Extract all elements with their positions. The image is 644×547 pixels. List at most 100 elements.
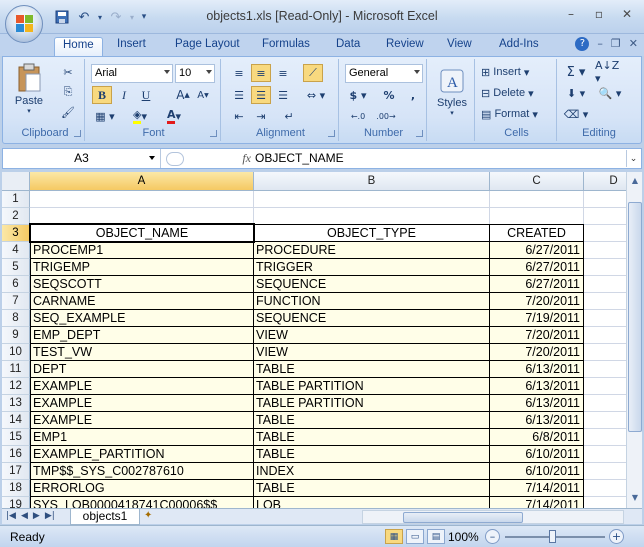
table-cell[interactable]: SEQUENCE: [254, 310, 490, 327]
workbook-close-icon[interactable]: ✕: [629, 37, 638, 51]
page-break-preview-icon[interactable]: ▤: [427, 529, 445, 544]
fill-color-icon[interactable]: ◈ ▾: [127, 107, 153, 125]
column-header-c[interactable]: C: [490, 172, 584, 191]
horizontal-scrollbar[interactable]: [362, 510, 624, 524]
table-cell[interactable]: EMP_DEPT: [30, 327, 254, 344]
number-launcher-icon[interactable]: [416, 130, 423, 137]
increase-decimal-icon[interactable]: ←.0: [345, 107, 371, 125]
vertical-scrollbar[interactable]: ▲ ▼: [626, 172, 642, 508]
delete-cells-button[interactable]: ⊟ Delete ▾: [481, 84, 534, 102]
table-cell[interactable]: VIEW: [254, 344, 490, 361]
maximize-button[interactable]: ▫: [588, 5, 610, 23]
row-header-19[interactable]: 19: [2, 497, 30, 508]
table-cell[interactable]: 6/13/2011: [490, 395, 584, 412]
workbook-restore-icon[interactable]: ❐: [611, 37, 621, 51]
zoom-out-icon[interactable]: –: [485, 529, 500, 544]
sheet-tab-objects1[interactable]: objects1: [70, 509, 140, 525]
table-cell[interactable]: TABLE: [254, 429, 490, 446]
table-cell[interactable]: EXAMPLE: [30, 395, 254, 412]
number-format-select[interactable]: General: [345, 64, 423, 83]
font-color-icon[interactable]: A ▾: [161, 107, 187, 125]
tab-review[interactable]: Review: [386, 37, 424, 56]
table-cell[interactable]: DEPT: [30, 361, 254, 378]
tab-page-layout[interactable]: Page Layout: [175, 37, 240, 56]
row-header-17[interactable]: 17: [2, 463, 30, 480]
font-launcher-icon[interactable]: [210, 130, 217, 137]
table-cell[interactable]: EMP1: [30, 429, 254, 446]
table-cell[interactable]: EXAMPLE: [30, 412, 254, 429]
column-header-b[interactable]: B: [254, 172, 490, 191]
align-middle-icon[interactable]: ≡: [251, 64, 271, 82]
decrease-decimal-icon[interactable]: .00→: [373, 107, 399, 125]
format-painter-icon[interactable]: 🖌: [58, 103, 78, 121]
help-icon[interactable]: ?: [575, 37, 590, 51]
row-header-4[interactable]: 4: [2, 242, 30, 259]
table-cell[interactable]: TABLE: [254, 412, 490, 429]
table-cell[interactable]: 7/20/2011: [490, 344, 584, 361]
row-header-16[interactable]: 16: [2, 446, 30, 463]
tab-formulas[interactable]: Formulas: [262, 37, 310, 56]
table-cell[interactable]: PROCEMP1: [30, 242, 254, 259]
row-header-6[interactable]: 6: [2, 276, 30, 293]
row-header-5[interactable]: 5: [2, 259, 30, 276]
table-cell[interactable]: EXAMPLE: [30, 378, 254, 395]
format-cells-button[interactable]: ▤ Format ▾: [481, 105, 538, 123]
align-top-icon[interactable]: ≡: [229, 64, 249, 82]
autosum-icon[interactable]: Σ ▾: [563, 63, 589, 81]
copy-icon[interactable]: ⎘: [58, 83, 78, 101]
insert-sheet-icon[interactable]: ✦: [144, 510, 162, 523]
first-sheet-icon[interactable]: |◀: [6, 511, 16, 521]
clear-icon[interactable]: ⌫ ▾: [563, 105, 589, 123]
table-cell[interactable]: 6/27/2011: [490, 276, 584, 293]
table-cell[interactable]: VIEW: [254, 327, 490, 344]
row-header-8[interactable]: 8: [2, 310, 30, 327]
header-cell[interactable]: OBJECT_TYPE: [254, 224, 490, 242]
table-cell[interactable]: 6/13/2011: [490, 361, 584, 378]
font-size-select[interactable]: 10: [175, 64, 215, 83]
percent-button[interactable]: %: [379, 86, 399, 104]
cut-icon[interactable]: ✂: [58, 63, 78, 81]
wrap-text-icon[interactable]: ↵: [279, 107, 299, 125]
insert-function-icon[interactable]: fx: [242, 151, 251, 166]
table-cell[interactable]: 6/10/2011: [490, 463, 584, 480]
clipboard-launcher-icon[interactable]: [74, 130, 81, 137]
table-cell[interactable]: 6/27/2011: [490, 242, 584, 259]
formula-bar-expand-icon[interactable]: ⌄: [626, 150, 640, 167]
prev-sheet-icon[interactable]: ◀: [21, 511, 28, 521]
currency-button[interactable]: $ ▾: [345, 86, 371, 104]
table-cell[interactable]: SYS_LOB0000418741C00006$$: [30, 497, 254, 508]
tab-home[interactable]: Home: [54, 37, 103, 57]
workbook-minimize-icon[interactable]: –: [597, 37, 603, 51]
insert-cells-button[interactable]: ⊞ Insert ▾: [481, 63, 529, 81]
zoom-slider-thumb[interactable]: [549, 530, 556, 543]
normal-view-icon[interactable]: ▦: [385, 529, 403, 544]
row-header-1[interactable]: 1: [2, 191, 30, 208]
underline-icon[interactable]: U: [136, 86, 156, 104]
styles-button[interactable]: A Styles ▾: [432, 61, 472, 123]
row-header-10[interactable]: 10: [2, 344, 30, 361]
orientation-icon[interactable]: ⟋: [303, 64, 323, 82]
table-cell[interactable]: TABLE PARTITION: [254, 395, 490, 412]
row-header-12[interactable]: 12: [2, 378, 30, 395]
table-cell[interactable]: LOB: [254, 497, 490, 508]
table-cell[interactable]: SEQ_EXAMPLE: [30, 310, 254, 327]
table-cell[interactable]: 6/13/2011: [490, 412, 584, 429]
table-cell[interactable]: CARNAME: [30, 293, 254, 310]
column-header-a[interactable]: A: [30, 172, 254, 191]
table-cell[interactable]: 7/20/2011: [490, 293, 584, 310]
row-header-11[interactable]: 11: [2, 361, 30, 378]
next-sheet-icon[interactable]: ▶: [33, 511, 40, 521]
tab-insert[interactable]: Insert: [117, 37, 146, 56]
zoom-in-icon[interactable]: +: [609, 529, 624, 544]
row-header-18[interactable]: 18: [2, 480, 30, 497]
row-header-13[interactable]: 13: [2, 395, 30, 412]
decrease-indent-icon[interactable]: ⇤: [229, 107, 249, 125]
table-cell[interactable]: TEST_VW: [30, 344, 254, 361]
fill-icon[interactable]: ⬇ ▾: [563, 84, 589, 102]
borders-icon[interactable]: ▦ ▾: [92, 107, 118, 125]
table-cell[interactable]: TABLE PARTITION: [254, 378, 490, 395]
close-button[interactable]: ✕: [616, 5, 638, 23]
increase-indent-icon[interactable]: ⇥: [251, 107, 271, 125]
table-cell[interactable]: 7/14/2011: [490, 480, 584, 497]
row-header-9[interactable]: 9: [2, 327, 30, 344]
